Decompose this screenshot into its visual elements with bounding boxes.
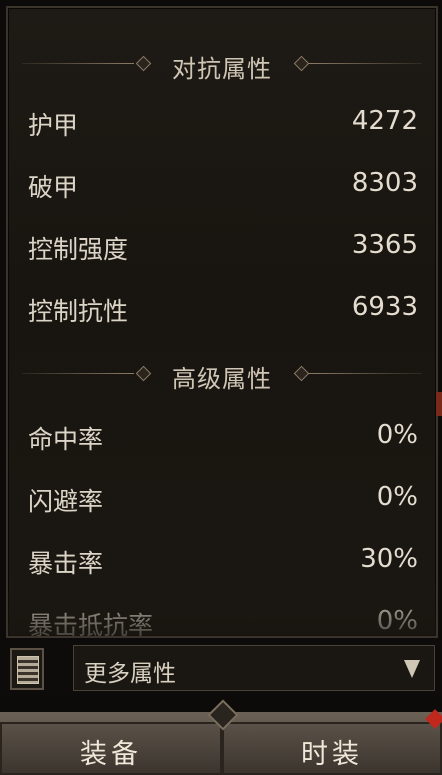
header-line-right xyxy=(308,373,422,374)
stat-label: 控制抗性 xyxy=(28,297,129,326)
section-title: 对抗属性 xyxy=(172,55,272,83)
stat-row-armor-break: 破甲 8303 xyxy=(8,160,436,210)
tab-label: 时装 xyxy=(301,739,363,770)
side-edge-decoration xyxy=(436,392,442,416)
tab-label: 装备 xyxy=(80,739,142,770)
header-line-right xyxy=(308,63,422,64)
scroll-list-icon xyxy=(17,656,39,684)
stat-value: 6933 xyxy=(351,292,418,322)
stat-row-dodge-rate: 闪避率 0% xyxy=(8,474,436,524)
scroll-list-button[interactable] xyxy=(10,648,44,690)
stat-label: 暴击率 xyxy=(28,549,104,578)
stat-value: 0% xyxy=(376,606,418,636)
section-header-advanced: 高级属性 xyxy=(8,354,436,394)
stat-value: 0% xyxy=(376,482,418,512)
stat-label: 破甲 xyxy=(28,173,79,202)
attributes-panel[interactable]: 对抗属性 护甲 4272 破甲 8303 控制强度 3365 控制抗性 6933… xyxy=(6,6,438,638)
stat-value: 0% xyxy=(376,420,418,450)
stat-value: 30% xyxy=(360,544,418,574)
stat-value: 8303 xyxy=(351,168,418,198)
section-title: 高级属性 xyxy=(172,365,272,393)
chevron-down-icon xyxy=(404,660,420,678)
stat-row-control-strength: 控制强度 3365 xyxy=(8,222,436,272)
stat-value: 3365 xyxy=(351,230,418,260)
tab-fashion[interactable]: 时装 xyxy=(222,722,442,775)
stat-row-hit-rate: 命中率 0% xyxy=(8,412,436,462)
stat-row-crit-rate: 暴击率 30% xyxy=(8,536,436,586)
tab-equipment[interactable]: 装备 xyxy=(0,722,222,775)
stat-row-crit-resist: 暴击抵抗率 0% xyxy=(8,598,436,638)
stat-label: 闪避率 xyxy=(28,487,104,516)
stat-label: 护甲 xyxy=(28,111,79,140)
stat-value: 4272 xyxy=(351,106,418,136)
stat-row-control-resist: 控制抗性 6933 xyxy=(8,284,436,334)
stat-label: 控制强度 xyxy=(28,235,129,264)
stat-label: 命中率 xyxy=(28,425,104,454)
stat-label: 暴击抵抗率 xyxy=(28,611,154,638)
stat-row-armor: 护甲 4272 xyxy=(8,98,436,148)
section-header-counter: 对抗属性 xyxy=(8,44,436,84)
more-attributes-dropdown[interactable]: 更多属性 xyxy=(73,645,435,691)
dropdown-label: 更多属性 xyxy=(84,661,176,687)
